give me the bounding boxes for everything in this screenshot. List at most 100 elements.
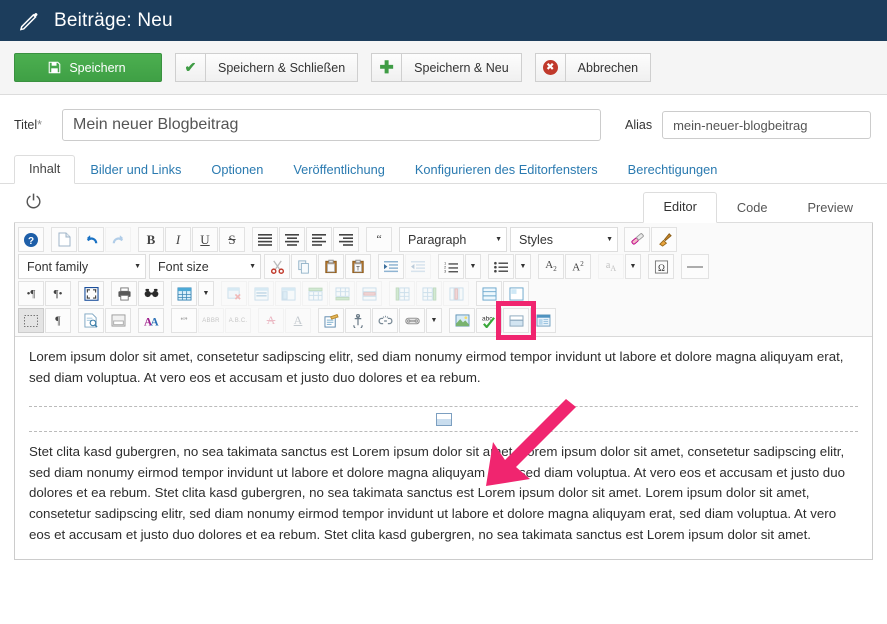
table-arrow[interactable]: ▼ <box>198 281 214 306</box>
tab-inhalt[interactable]: Inhalt <box>14 155 75 184</box>
insert-column-after-icon[interactable] <box>416 281 442 306</box>
quote-marks-icon[interactable]: “” <box>171 308 197 333</box>
cancel-button[interactable]: ✖ Abbrechen <box>535 53 651 82</box>
delete-table-icon[interactable] <box>221 281 247 306</box>
tab-berechtigungen[interactable]: Berechtigungen <box>613 156 733 184</box>
table-icon[interactable] <box>171 281 197 306</box>
horizontal-rule-icon[interactable] <box>681 254 709 279</box>
superscript-icon[interactable]: A2 <box>565 254 591 279</box>
tab-bilder-und-links[interactable]: Bilder und Links <box>75 156 196 184</box>
content-paragraph-2: Stet clita kasd gubergren, no sea takima… <box>29 442 858 545</box>
new-document-icon[interactable] <box>51 227 77 252</box>
tab-konfigurieren-editorfenster[interactable]: Konfigurieren des Editorfensters <box>400 156 613 184</box>
save-close-label: Speichern & Schließen <box>205 53 358 82</box>
ltr-direction-icon[interactable]: •¶ <box>18 281 44 306</box>
image-icon[interactable] <box>449 308 475 333</box>
underline-icon[interactable]: U <box>192 227 218 252</box>
show-blocks-icon[interactable] <box>18 308 44 333</box>
text-color-icon[interactable]: AA <box>138 308 164 333</box>
numbered-list-arrow[interactable]: ▼ <box>465 254 481 279</box>
align-justify-icon[interactable] <box>252 227 278 252</box>
page-break-separator[interactable] <box>29 406 858 432</box>
tab-editor[interactable]: Editor <box>643 192 716 223</box>
blockquote-icon[interactable]: “ <box>366 227 392 252</box>
pencil-icon <box>18 10 40 32</box>
select-all-arrow[interactable]: ▼ <box>625 254 641 279</box>
insert-row-before-icon[interactable] <box>302 281 328 306</box>
strikethrough-icon[interactable]: S <box>219 227 245 252</box>
svg-text:3: 3 <box>444 268 447 273</box>
align-right-icon[interactable] <box>333 227 359 252</box>
paste-text-icon[interactable]: T <box>345 254 371 279</box>
tab-veroeffentlichung[interactable]: Veröffentlichung <box>278 156 400 184</box>
indent-increase-icon[interactable] <box>378 254 404 279</box>
font-family-value: Font family <box>27 260 88 274</box>
split-merge-cells-icon[interactable] <box>476 281 502 306</box>
template-icon[interactable] <box>78 308 104 333</box>
insert-column-before-icon[interactable] <box>389 281 415 306</box>
align-left-icon[interactable] <box>306 227 332 252</box>
bullet-list-icon[interactable] <box>488 254 514 279</box>
undo-icon[interactable] <box>78 227 104 252</box>
link-arrow[interactable]: ▼ <box>426 308 442 333</box>
font-size-select[interactable]: Font size ▼ <box>149 254 261 279</box>
link-icon[interactable] <box>399 308 425 333</box>
help-icon[interactable]: ? <box>18 227 44 252</box>
table-cell-properties-icon[interactable] <box>275 281 301 306</box>
power-toggle-icon[interactable]: ⏻ <box>14 193 43 222</box>
save-new-button[interactable]: ✚ Speichern & Neu <box>371 53 522 82</box>
insert-text-icon[interactable]: A <box>285 308 311 333</box>
title-input[interactable] <box>62 109 601 141</box>
paste-icon[interactable] <box>318 254 344 279</box>
save-button[interactable]: Speichern <box>14 53 162 82</box>
fullscreen-icon[interactable] <box>78 281 104 306</box>
remove-format-icon[interactable] <box>624 227 650 252</box>
tab-preview[interactable]: Preview <box>787 193 873 223</box>
bold-icon[interactable]: B <box>138 227 164 252</box>
format-painter-icon[interactable] <box>651 227 677 252</box>
font-family-select[interactable]: Font family ▼ <box>18 254 146 279</box>
tab-code[interactable]: Code <box>717 193 788 223</box>
table-borders-icon[interactable] <box>503 281 529 306</box>
save-close-button[interactable]: ✔ Speichern & Schließen <box>175 53 358 82</box>
alias-input[interactable] <box>662 111 871 139</box>
delete-text-icon[interactable]: A <box>258 308 284 333</box>
svg-text:A: A <box>151 316 159 327</box>
cancel-label: Abbrechen <box>565 53 651 82</box>
delete-column-icon[interactable] <box>443 281 469 306</box>
delete-row-icon[interactable] <box>356 281 382 306</box>
page-break-icon[interactable] <box>105 308 131 333</box>
indent-decrease-icon[interactable] <box>405 254 431 279</box>
editor-content-area[interactable]: Lorem ipsum dolor sit amet, consetetur s… <box>15 337 872 559</box>
insert-module-icon[interactable] <box>530 308 556 333</box>
tab-optionen[interactable]: Optionen <box>196 156 278 184</box>
rtl-direction-icon[interactable]: ¶• <box>45 281 71 306</box>
bullet-list-arrow[interactable]: ▼ <box>515 254 531 279</box>
chevron-down-icon: ▼ <box>606 236 613 243</box>
subscript-icon[interactable]: A2 <box>538 254 564 279</box>
select-all-icon[interactable]: aA <box>598 254 624 279</box>
copy-icon[interactable] <box>291 254 317 279</box>
redo-icon[interactable] <box>105 227 131 252</box>
paragraph-format-select[interactable]: Paragraph ▼ <box>399 227 507 252</box>
anchor-icon[interactable] <box>345 308 371 333</box>
abbreviation-icon[interactable]: ABBR <box>198 308 224 333</box>
spellcheck-icon[interactable]: abc <box>476 308 502 333</box>
acronym-icon[interactable]: A.B.C. <box>225 308 251 333</box>
special-character-icon[interactable]: Ω <box>648 254 674 279</box>
find-replace-icon[interactable] <box>138 281 164 306</box>
content-paragraph-1: Lorem ipsum dolor sit amet, consetetur s… <box>29 347 858 388</box>
styles-select[interactable]: Styles ▼ <box>510 227 618 252</box>
insert-readmore-icon[interactable] <box>503 308 529 333</box>
citation-icon[interactable] <box>318 308 344 333</box>
italic-icon[interactable]: I <box>165 227 191 252</box>
show-invisible-chars-icon[interactable]: ¶ <box>45 308 71 333</box>
cut-icon[interactable] <box>264 254 290 279</box>
align-center-icon[interactable] <box>279 227 305 252</box>
svg-text:Ω: Ω <box>658 263 665 273</box>
unlink-icon[interactable] <box>372 308 398 333</box>
insert-row-after-icon[interactable] <box>329 281 355 306</box>
table-row-properties-icon[interactable] <box>248 281 274 306</box>
numbered-list-icon[interactable]: 123 <box>438 254 464 279</box>
print-icon[interactable] <box>111 281 137 306</box>
